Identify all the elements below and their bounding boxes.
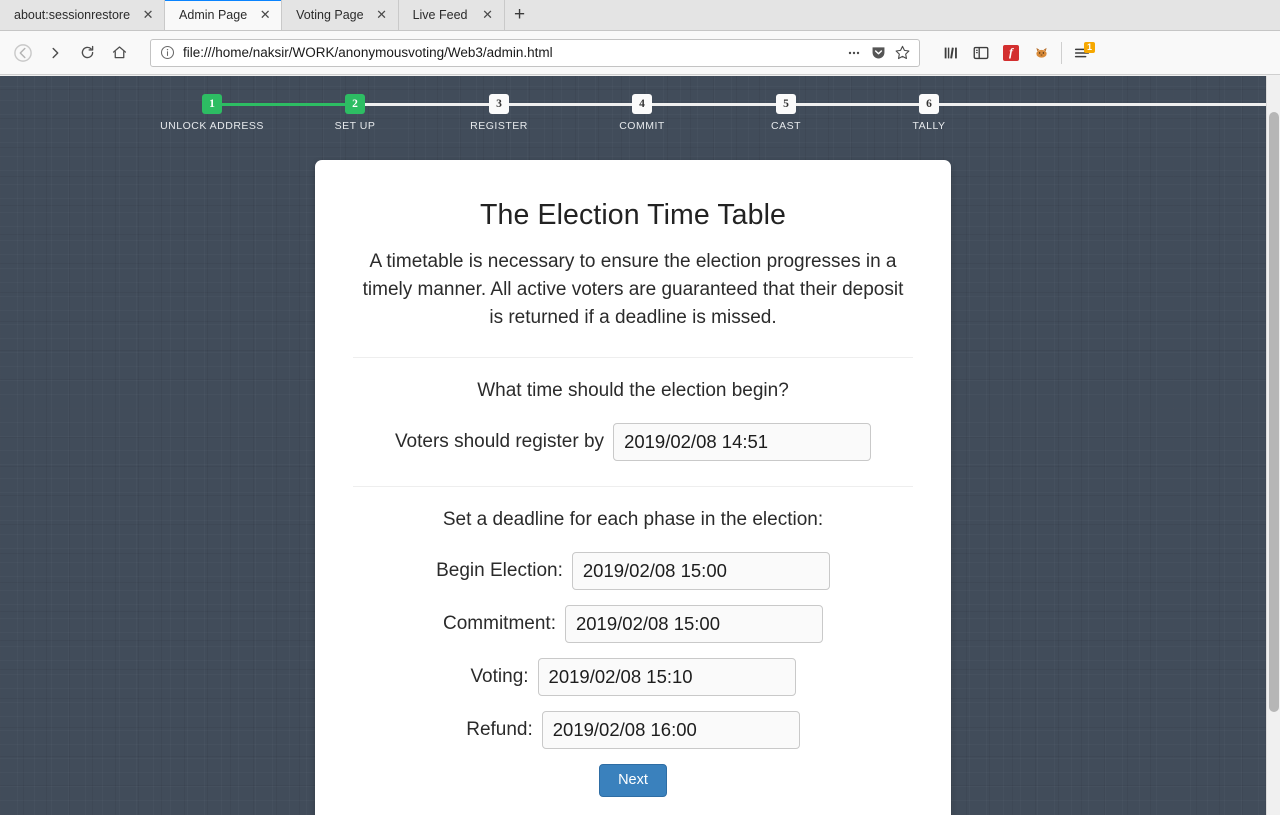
browser-tab-live-feed[interactable]: Live Feed ✕ [398, 0, 505, 30]
register-deadline-input[interactable] [613, 423, 872, 461]
commitment-input[interactable] [564, 605, 823, 643]
tab-title: about:sessionrestore [14, 7, 131, 22]
bookmark-star-icon[interactable] [891, 42, 913, 64]
deadline-heading: Set a deadline for each phase in the ele… [442, 509, 824, 530]
begin-election-question: What time should the election begin? [477, 380, 789, 401]
commitment-label: Commitment: [443, 613, 556, 634]
divider-top [353, 357, 913, 358]
extension-icon[interactable] [1026, 38, 1056, 68]
browser-tab-sessionrestore[interactable]: about:sessionrestore ✕ [0, 0, 166, 30]
library-icon[interactable] [936, 38, 966, 68]
tab-title: Admin Page [179, 7, 248, 22]
tab-close-icon[interactable]: ✕ [257, 7, 273, 23]
voting-row: Voting: [351, 658, 915, 696]
tab-title: Live Feed [412, 7, 468, 22]
voting-input[interactable] [537, 658, 796, 696]
browser-window: about:sessionrestore ✕ Admin Page ✕ Voti… [0, 0, 1280, 815]
tab-bar: about:sessionrestore ✕ Admin Page ✕ Voti… [0, 0, 1280, 31]
stepper-step-cast[interactable]: 5 CAST [711, 88, 861, 132]
flash-glyph: f [1003, 44, 1019, 61]
refund-input[interactable] [541, 711, 800, 749]
menu-update-badge: 1 [1084, 41, 1095, 53]
step-number: 6 [919, 94, 939, 114]
next-button[interactable]: Next [599, 764, 667, 797]
flash-plugin-icon[interactable]: f [996, 38, 1026, 68]
page-viewport: 1 UNLOCK ADDRESS 2 SET UP 3 REGISTER 4 C… [0, 76, 1280, 815]
election-timetable-card: The Election Time Table A timetable is n… [315, 160, 951, 815]
begin-election-label: Begin Election: [436, 560, 563, 581]
forward-arrow-icon[interactable] [40, 38, 70, 68]
step-label: REGISTER [470, 120, 528, 132]
step-label: TALLY [912, 120, 946, 132]
register-deadline-row: Voters should register by [351, 423, 915, 461]
tab-close-icon[interactable]: ✕ [374, 7, 390, 23]
url-bar[interactable]: file:///home/naksir/WORK/anonymousvoting… [150, 38, 920, 67]
reload-icon[interactable] [72, 38, 102, 68]
begin-election-row: Begin Election: [351, 552, 915, 590]
navigation-toolbar: file:///home/naksir/WORK/anonymousvoting… [0, 31, 1280, 75]
back-arrow-icon[interactable] [8, 38, 38, 68]
begin-election-input[interactable] [571, 552, 830, 590]
step-number: 3 [489, 94, 509, 114]
sidebar-icon[interactable] [966, 38, 996, 68]
more-actions-icon[interactable] [843, 42, 865, 64]
stepper-step-register[interactable]: 3 REGISTER [424, 88, 574, 132]
step-label: COMMIT [619, 120, 665, 132]
step-label: CAST [770, 120, 801, 132]
tab-title: Voting Page [296, 7, 364, 22]
scrollbar-thumb[interactable] [1269, 112, 1279, 712]
card-actions: Next [351, 764, 915, 797]
pocket-icon[interactable] [867, 42, 889, 64]
browser-toolbar-icons: f 1 [930, 38, 1097, 68]
app-menu-icon[interactable]: 1 [1067, 38, 1097, 68]
stepper-step-unlock-address[interactable]: 1 UNLOCK ADDRESS [137, 88, 287, 132]
page-info-icon[interactable] [159, 45, 175, 61]
page-scrollbar[interactable] [1266, 76, 1280, 815]
url-text: file:///home/naksir/WORK/anonymousvoting… [183, 45, 553, 60]
refund-row: Refund: [351, 711, 915, 749]
step-number: 5 [776, 94, 796, 114]
home-icon[interactable] [104, 38, 134, 68]
divider-bottom [353, 486, 913, 487]
browser-tab-admin-page[interactable]: Admin Page ✕ [165, 0, 283, 30]
step-number: 2 [345, 94, 365, 114]
commitment-row: Commitment: [351, 605, 915, 643]
step-label: UNLOCK ADDRESS [160, 120, 264, 132]
new-tab-icon[interactable]: + [505, 0, 535, 30]
browser-tab-voting-page[interactable]: Voting Page ✕ [282, 0, 399, 30]
step-number: 4 [632, 94, 652, 114]
tab-close-icon[interactable]: ✕ [480, 7, 496, 23]
card-description: A timetable is necessary to ensure the e… [362, 251, 904, 328]
stepper-step-tally[interactable]: 6 TALLY [854, 88, 1004, 132]
stepper-step-set-up[interactable]: 2 SET UP [280, 88, 430, 132]
stepper-step-commit[interactable]: 4 COMMIT [567, 88, 717, 132]
register-deadline-label: Voters should register by [394, 431, 605, 452]
step-number: 1 [202, 94, 222, 114]
voting-label: Voting: [470, 666, 529, 687]
page-title: The Election Time Table [480, 199, 786, 231]
page-content: 1 UNLOCK ADDRESS 2 SET UP 3 REGISTER 4 C… [0, 76, 1266, 815]
refund-label: Refund: [466, 719, 533, 740]
step-label: SET UP [334, 120, 376, 132]
toolbar-divider [1061, 41, 1062, 64]
election-progress-stepper: 1 UNLOCK ADDRESS 2 SET UP 3 REGISTER 4 C… [0, 88, 1266, 134]
tab-close-icon[interactable]: ✕ [140, 7, 156, 23]
